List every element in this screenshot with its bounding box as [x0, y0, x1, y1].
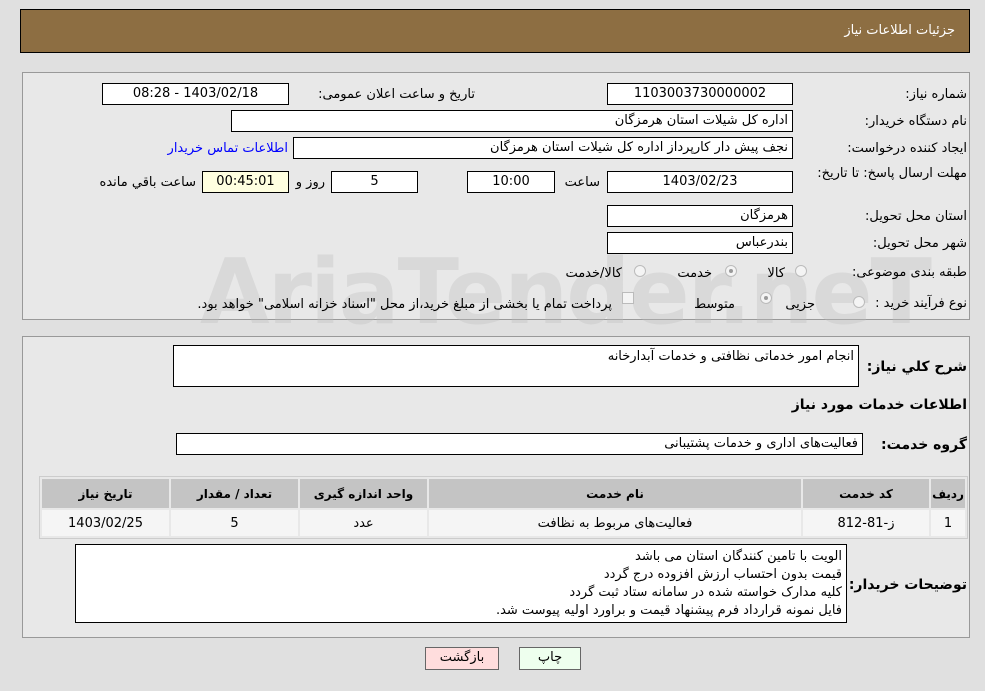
col-name: نام خدمت	[429, 479, 801, 508]
cell-row: 1	[931, 510, 965, 536]
services-heading: اطلاعات خدمات مورد نياز	[791, 397, 967, 413]
service-group-label: گروه خدمت:	[881, 437, 967, 453]
table-header-row: ردیف کد خدمت نام خدمت واحد اندازه گیری ت…	[42, 479, 965, 508]
need-number-label: شماره نیاز:	[905, 87, 967, 102]
category-option-service: خدمت	[677, 266, 712, 281]
city-label: شهر محل تحویل:	[872, 236, 967, 251]
col-date: تاریخ نیاز	[42, 479, 169, 508]
col-code: کد خدمت	[803, 479, 929, 508]
cell-quantity: 5	[171, 510, 298, 536]
category-radio-goods[interactable]	[795, 265, 807, 277]
process-radio-minor[interactable]	[853, 296, 865, 308]
buyer-contact-link[interactable]: اطلاعات تماس خریدار	[168, 141, 288, 156]
category-radio-service[interactable]	[725, 265, 737, 277]
province-field: هرمزگان	[607, 205, 793, 227]
page-title: جزئیات اطلاعات نیاز	[844, 23, 955, 38]
back-button[interactable]: بازگشت	[425, 647, 499, 670]
buyer-label: نام دستگاه خریدار:	[864, 114, 967, 129]
category-radio-goods-service[interactable]	[634, 265, 646, 277]
cell-date: 1403/02/25	[42, 510, 169, 536]
days-field: 5	[331, 171, 418, 193]
page-header: جزئیات اطلاعات نیاز	[20, 9, 970, 53]
cell-code: ز-81-812	[803, 510, 929, 536]
time-label: ساعت	[564, 175, 600, 190]
watermark-logo: AriaTender.neT	[200, 240, 932, 345]
deadline-date-field: 1403/02/23	[607, 171, 793, 193]
creator-field: نجف پیش دار کارپرداز اداره کل شیلات استا…	[293, 137, 793, 159]
process-option-medium: متوسط	[694, 297, 735, 312]
need-number-field: 1103003730000002	[607, 83, 793, 105]
process-option-minor: جزیی	[785, 297, 815, 312]
remaining-label: ساعت باقي مانده	[99, 175, 196, 190]
category-option-goods-service: کالا/خدمت	[565, 266, 622, 281]
process-radio-medium[interactable]	[760, 292, 772, 304]
summary-label: شرح کلي نياز:	[866, 359, 967, 375]
city-field: بندرعباس	[607, 232, 793, 254]
process-label: نوع فرآیند خرید :	[875, 296, 967, 311]
buyer-field: اداره کل شیلات استان هرمزگان	[231, 110, 793, 132]
announce-field: 1403/02/18 - 08:28	[102, 83, 289, 105]
cell-unit: عدد	[300, 510, 427, 536]
announce-label: تاریخ و ساعت اعلان عمومی:	[318, 87, 475, 102]
col-unit: واحد اندازه گیری	[300, 479, 427, 508]
services-table: ردیف کد خدمت نام خدمت واحد اندازه گیری ت…	[39, 476, 968, 539]
cell-name: فعالیت‌های مربوط به نظافت	[429, 510, 801, 536]
creator-label: ایجاد کننده درخواست:	[847, 141, 967, 156]
remaining-time-field: 00:45:01	[202, 171, 289, 193]
days-label: روز و	[295, 175, 325, 190]
note-line: قیمت بدون احتساب ارزش افزوده درج گردد	[603, 567, 842, 582]
note-line: فایل نمونه قرارداد فرم پیشنهاد قیمت و بر…	[495, 603, 842, 618]
buyer-notes-textarea[interactable]: الویت با تامین کنندگان استان می باشد قیم…	[75, 544, 847, 623]
note-line: الویت با تامین کنندگان استان می باشد	[635, 549, 842, 564]
print-button[interactable]: چاپ	[519, 647, 581, 670]
category-label: طبقه بندی موضوعی:	[851, 265, 967, 280]
buyer-notes-label: توضیحات خریدار:	[848, 577, 967, 593]
service-group-field: فعالیت‌های اداری و خدمات پشتیبانی	[176, 433, 863, 455]
deadline-time-field: 10:00	[467, 171, 555, 193]
treasury-payment-checkbox[interactable]	[622, 292, 634, 304]
col-row: ردیف	[931, 479, 965, 508]
col-quantity: تعداد / مقدار	[171, 479, 298, 508]
deadline-label: مهلت ارسال پاسخ: تا تاریخ:	[817, 166, 967, 181]
table-row: 1 ز-81-812 فعالیت‌های مربوط به نظافت عدد…	[42, 510, 965, 536]
summary-textarea[interactable]: انجام امور خدماتی نظافتی و خدمات آبدارخا…	[173, 345, 859, 387]
province-label: استان محل تحویل:	[865, 209, 967, 224]
payment-note: پرداخت تمام یا بخشی از مبلغ خرید،از محل …	[197, 297, 612, 312]
note-line: کلیه مدارک خواسته شده در سامانه ستاد ثبت…	[569, 585, 842, 600]
category-option-goods: کالا	[767, 266, 785, 281]
